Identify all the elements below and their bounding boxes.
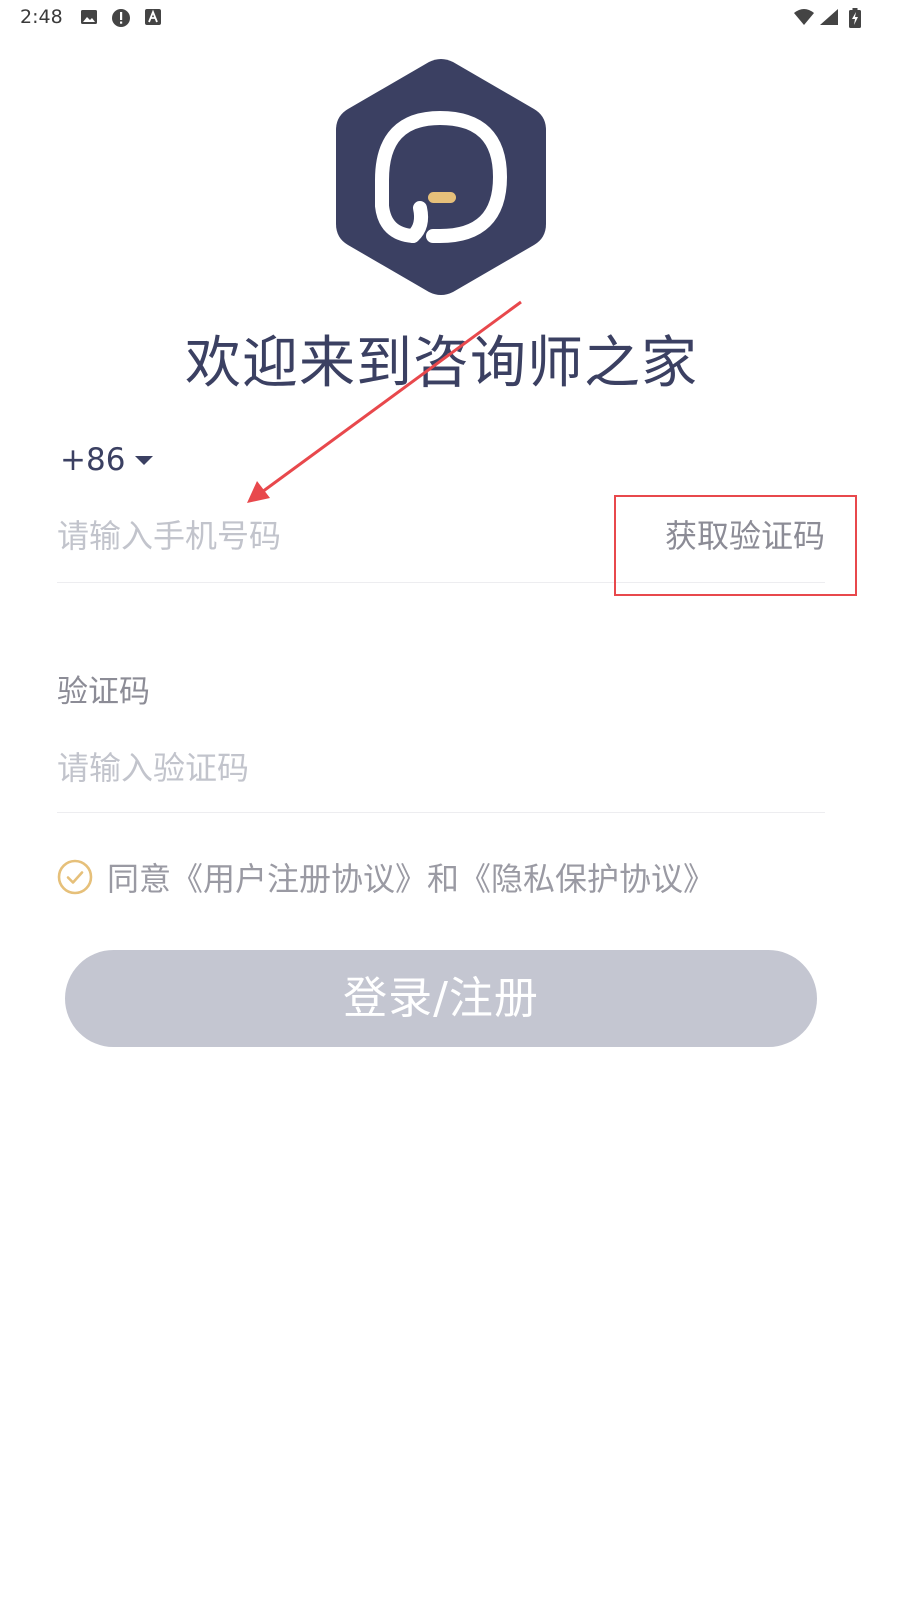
signal-icon [820, 9, 838, 25]
agreement-row: 同意《用户注册协议》和《隐私保护协议》 [57, 854, 715, 900]
get-code-button[interactable]: 获取验证码 [650, 512, 825, 560]
phone-input[interactable] [57, 512, 597, 560]
agreement-text: 同意《用户注册协议》和《隐私保护协议》 [107, 854, 715, 900]
country-code-selector[interactable]: +86 [60, 440, 154, 480]
battery-charging-icon [849, 8, 861, 28]
agreement-conjunction: 和 [427, 860, 460, 898]
verify-code-label: 验证码 [57, 674, 150, 710]
status-time: 2:48 [20, 6, 63, 28]
wifi-icon [794, 9, 814, 25]
agreement-prefix: 同意 [107, 860, 172, 898]
text-a-icon [145, 9, 161, 25]
country-code: +86 [60, 442, 126, 478]
chat-bubble-hexagon-logo [336, 59, 546, 295]
login-register-button[interactable]: 登录/注册 [65, 950, 817, 1047]
phone-divider [57, 582, 825, 583]
caret-down-icon [135, 455, 154, 465]
privacy-agreement-link[interactable]: 《隐私保护协议》 [459, 860, 715, 898]
image-icon [81, 10, 97, 24]
welcome-title: 欢迎来到咨询师之家 [185, 331, 698, 396]
user-agreement-link[interactable]: 《用户注册协议》 [171, 860, 427, 898]
agree-check-icon[interactable] [57, 859, 93, 895]
status-bar: 2:48 [0, 0, 900, 36]
verify-code-input[interactable] [57, 744, 817, 792]
alert-icon [112, 9, 130, 27]
verify-divider [57, 812, 825, 813]
